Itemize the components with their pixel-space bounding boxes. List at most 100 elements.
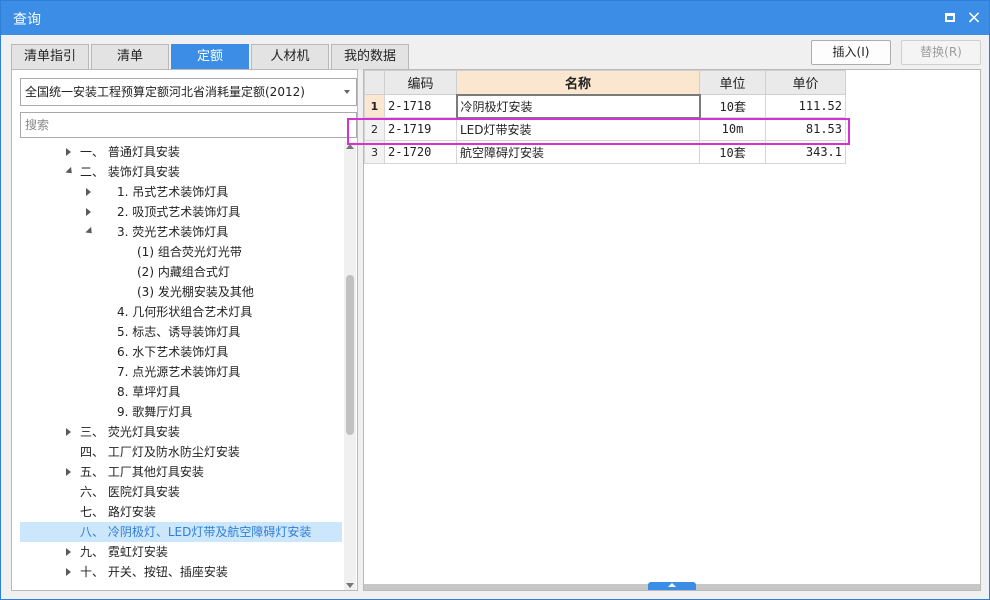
tree-node-label: 8. 草坪灯具 [117,385,181,399]
scroll-up-icon[interactable] [346,144,354,149]
tree-node[interactable]: 九、 霓虹灯安装 [20,542,342,562]
quota-library-select[interactable]: 全国统一安装工程预算定额河北省消耗量定额(2012) [20,78,357,106]
tab-bill[interactable]: 清单 [91,44,169,70]
tree-node[interactable]: 4. 几何形状组合艺术灯具 [20,302,342,322]
tree-node[interactable]: 十、 开关、按钮、插座安装 [20,562,342,582]
tree-node-label: 一、 普通灯具安装 [80,145,180,159]
replace-button[interactable]: 替换(R) [901,40,981,65]
tree-node-label: 四、 工厂灯及防水防尘灯安装 [80,445,240,459]
tree-node-label: 4. 几何形状组合艺术灯具 [117,305,253,319]
chapter-tree: 一、 普通灯具安装 二、 装饰灯具安装 1. 吊式艺术装饰灯具 2. 吸顶式艺术装饰灯… [20,142,342,590]
tree-node-label: 二、 装饰灯具安装 [80,165,180,179]
cell-name-text: 冷阴极灯安装 [460,99,533,114]
cell-price[interactable]: 111.52 [765,94,846,118]
tab-my-data[interactable]: 我的数据 [331,44,409,70]
table-row[interactable]: 1 2-1718 冷阴极灯安装 10套 111.52 [364,93,846,119]
tree-node[interactable]: (2) 内藏组合式灯 [20,262,342,282]
row-number: 3 [364,140,385,164]
tab-quota[interactable]: 定额 [171,44,249,70]
tree-node-label: 7. 点光源艺术装饰灯具 [117,365,241,379]
tree-scrollbar[interactable] [344,142,356,590]
tree-node[interactable]: (3) 发光棚安装及其他 [20,282,342,302]
tree-node[interactable]: (1) 组合荧光灯光带 [20,242,342,262]
tree-node[interactable]: 5. 标志、诱导装饰灯具 [20,322,342,342]
tree-node-label: (1) 组合荧光灯光带 [137,245,242,259]
tree-node-label: 八、 冷阴极灯、LED灯带及航空障碍灯安装 [80,525,312,539]
column-header-code[interactable]: 编码 [384,70,457,95]
tree-node[interactable]: 五、 工厂其他灯具安装 [20,462,342,482]
column-header-unit[interactable]: 单位 [699,70,766,95]
collapse-panel-button[interactable] [648,582,696,590]
quota-library-value: 全国统一安装工程预算定额河北省消耗量定额(2012) [25,85,305,99]
tree-node-label: (2) 内藏组合式灯 [137,265,230,279]
expanded-arrow-icon[interactable] [85,226,95,237]
scroll-thumb[interactable] [346,275,354,435]
quota-grid-panel: 编码 名称 单位 单价 1 2-1718 冷阴极灯安装 10套 111.52 2… [363,69,981,591]
tree-node-label: 3. 荧光艺术装饰灯具 [117,225,229,239]
tree-node-label: 9. 歌舞厅灯具 [117,405,193,419]
close-button[interactable]: × [965,9,983,27]
dropdown-arrow-icon [344,90,350,94]
query-window: 查询 × 清单指引 清单 定额 人材机 我的数据 插入(I) 替换(R) 全国统… [0,0,990,600]
cell-name[interactable]: 航空障碍灯安装 [456,140,700,164]
cell-unit[interactable]: 10套 [699,140,766,164]
cell-unit[interactable]: 10m [699,117,766,141]
tree-node[interactable]: 一、 普通灯具安装 [20,142,342,162]
collapsed-arrow-icon[interactable] [66,568,71,576]
scroll-down-icon[interactable] [346,583,354,588]
cell-price[interactable]: 81.53 [765,117,846,141]
table-row[interactable]: 3 2-1720 航空障碍灯安装 10套 343.1 [364,140,846,164]
title-bar[interactable]: 查询 × [1,1,989,35]
insert-button[interactable]: 插入(I) [811,40,891,65]
row-number-header [364,70,385,95]
collapsed-arrow-icon[interactable] [66,468,71,476]
cell-unit[interactable]: 10套 [699,94,766,118]
tree-node[interactable]: 六、 医院灯具安装 [20,482,342,502]
tree-node[interactable]: 7. 点光源艺术装饰灯具 [20,362,342,382]
tab-labor-material-machine[interactable]: 人材机 [251,44,329,70]
collapsed-arrow-icon[interactable] [66,548,71,556]
collapsed-arrow-icon[interactable] [86,188,91,196]
expanded-arrow-icon[interactable] [65,166,75,177]
table-row[interactable]: 2 2-1719 LED灯带安装 10m 81.53 [364,117,846,141]
tree-node[interactable]: 3. 荧光艺术装饰灯具 [20,222,342,242]
tree-node[interactable]: 1. 吊式艺术装饰灯具 [20,182,342,202]
tab-bill-guide[interactable]: 清单指引 [11,44,89,70]
tree-node[interactable]: 6. 水下艺术装饰灯具 [20,342,342,362]
collapsed-arrow-icon[interactable] [66,428,71,436]
tree-node[interactable]: 四、 工厂灯及防水防尘灯安装 [20,442,342,462]
window-title: 查询 [13,12,41,28]
row-number: 1 [364,94,385,118]
quota-table: 编码 名称 单位 单价 1 2-1718 冷阴极灯安装 10套 111.52 2… [364,70,846,164]
tree-node-label: 1. 吊式艺术装饰灯具 [117,185,229,199]
cell-name[interactable]: LED灯带安装 [456,117,700,141]
table-header-row: 编码 名称 单位 单价 [364,70,846,95]
tree-node-label: 十、 开关、按钮、插座安装 [80,565,228,579]
tree-node-label: (3) 发光棚安装及其他 [137,285,254,299]
tree-node[interactable]: 9. 歌舞厅灯具 [20,402,342,422]
tree-node-label: 七、 路灯安装 [80,505,156,519]
row-number: 2 [364,117,385,141]
cell-name[interactable]: 冷阴极灯安装 [455,93,701,119]
maximize-button[interactable] [941,9,959,27]
cell-price[interactable]: 343.1 [765,140,846,164]
tree-node[interactable]: 七、 路灯安装 [20,502,342,522]
maximize-icon [945,13,955,22]
cell-code[interactable]: 2-1720 [384,140,457,164]
column-header-price[interactable]: 单价 [765,70,846,95]
tree-node-label: 九、 霓虹灯安装 [80,545,168,559]
column-header-name[interactable]: 名称 [456,70,700,95]
search-input[interactable] [20,112,357,138]
collapsed-arrow-icon[interactable] [86,208,91,216]
collapsed-arrow-icon[interactable] [66,148,71,156]
tree-node[interactable]: 2. 吸顶式艺术装饰灯具 [20,202,342,222]
quota-tree-panel: 全国统一安装工程预算定额河北省消耗量定额(2012) 一、 普通灯具安装二、 装… [11,69,358,591]
tree-node[interactable]: 三、 荧光灯具安装 [20,422,342,442]
cell-name-text: LED灯带安装 [460,122,532,137]
cell-code[interactable]: 2-1719 [384,117,457,141]
cell-code[interactable]: 2-1718 [384,94,457,118]
tree-node[interactable]: 八、 冷阴极灯、LED灯带及航空障碍灯安装 [20,522,342,542]
tree-node[interactable]: 二、 装饰灯具安装 [20,162,342,182]
tree-node[interactable]: 8. 草坪灯具 [20,382,342,402]
tree-node-label: 2. 吸顶式艺术装饰灯具 [117,205,241,219]
